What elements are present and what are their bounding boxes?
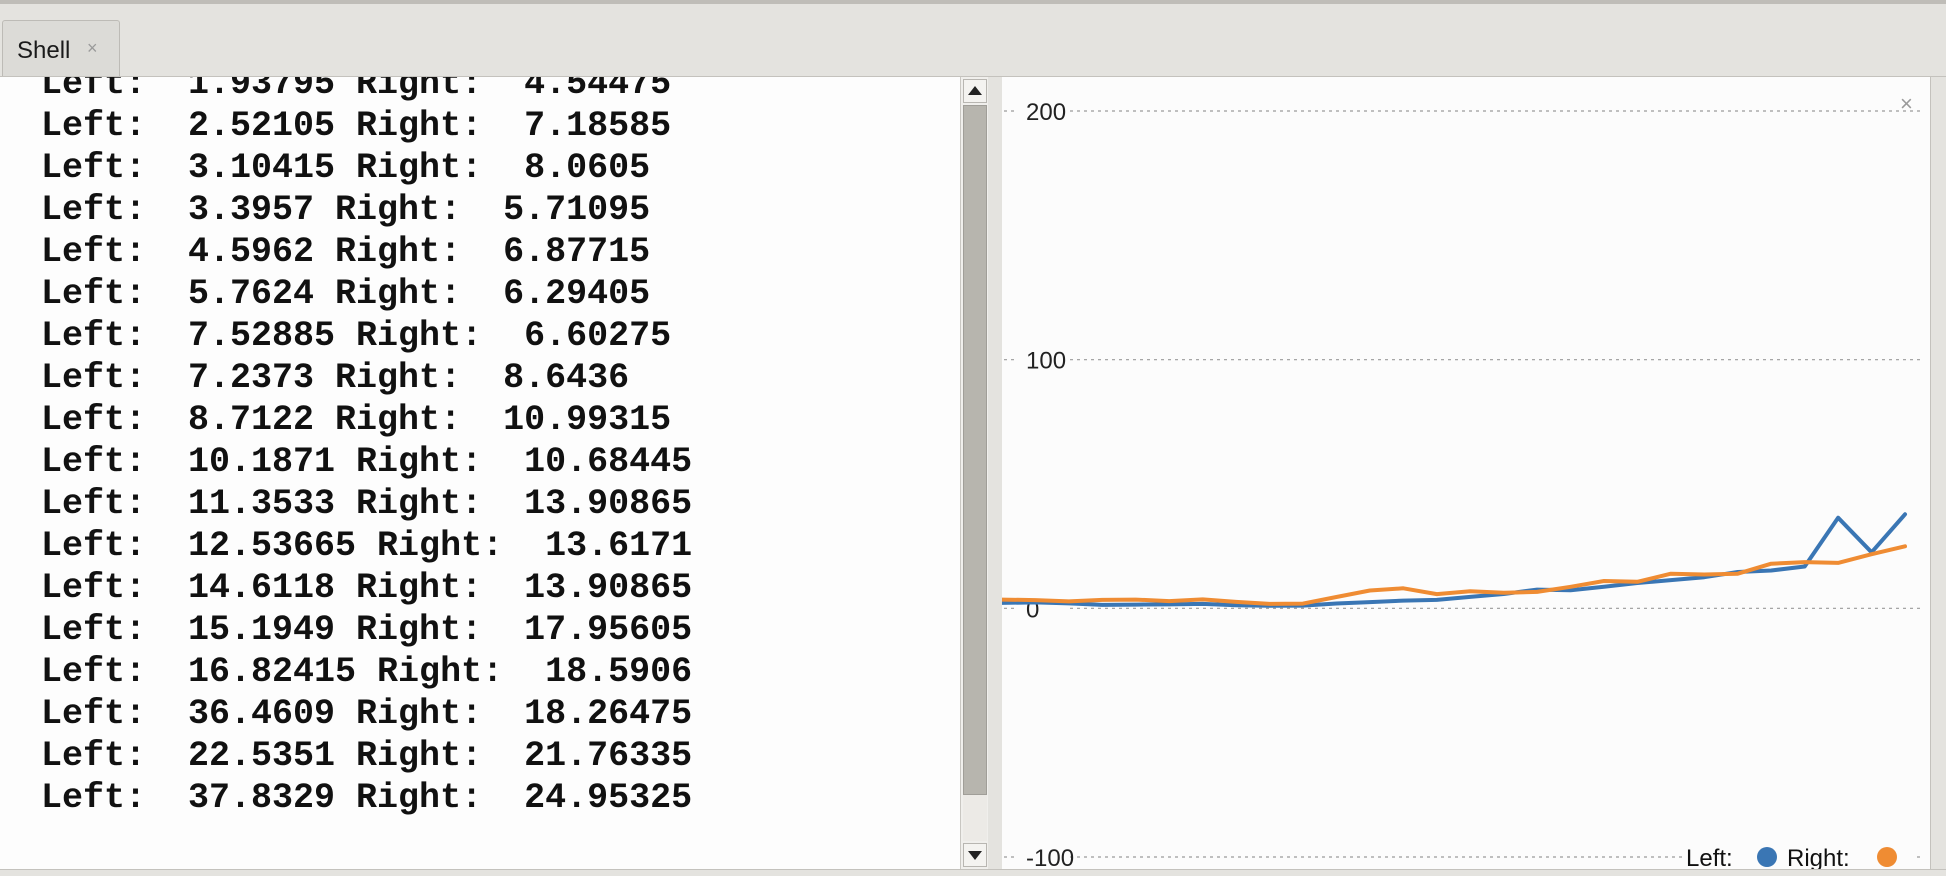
legend-label-right: Right: [1787, 845, 1850, 869]
shell-output-line: Left: 12.53665 Right: 13.6171 [41, 526, 693, 566]
legend-swatch-left [1757, 847, 1777, 867]
shell-output-line: Left: 2.52105 Right: 7.18585 [41, 106, 672, 146]
y-tick-label: -100 [1026, 845, 1074, 869]
series-line-right [1002, 544, 1907, 606]
thonny-window: Shell × Left: 1.93795 Right: 4.54475 Left… [0, 0, 1946, 876]
shell-output-line: Left: 8.7122 Right: 10.99315 [41, 400, 672, 440]
shell-output-line: Left: 10.1871 Right: 10.68445 [41, 442, 693, 482]
shell-output-line: Left: 16.82415 Right: 18.5906 [41, 652, 693, 692]
scrollbar-thumb[interactable] [963, 105, 987, 795]
plotter-chart: 2001000-100 × Left: Right: [1002, 91, 1920, 869]
shell-output-line: Left: 3.10415 Right: 8.0605 [41, 148, 651, 188]
shell-output-line: Left: 3.3957 Right: 5.71095 [41, 190, 651, 230]
tab-close-icon[interactable]: × [87, 38, 98, 59]
plotter-close-icon[interactable]: × [1900, 91, 1913, 116]
panel-divider[interactable] [988, 77, 1002, 869]
shell-output-line: Left: 36.4609 Right: 18.26475 [41, 694, 693, 734]
content-frame: Left: 1.93795 Right: 4.54475 Left: 2.5210… [0, 76, 1946, 870]
tab-shell-label: Shell [17, 37, 71, 64]
legend-label-left: Left: [1686, 845, 1733, 869]
shell-output-line: Left: 37.8329 Right: 24.95325 [41, 778, 693, 818]
shell-lines: Left: 1.93795 Right: 4.54475 Left: 2.5210… [41, 77, 692, 819]
shell-output-line: Left: 1.93795 Right: 4.54475 [41, 77, 672, 104]
shell-scrollbar[interactable] [960, 77, 988, 869]
shell-output-line: Left: 15.1949 Right: 17.95605 [41, 610, 693, 650]
plotter-panel: 200 100 0 -100 × Left: Right: [1002, 77, 1930, 869]
tab-shell[interactable]: Shell × [2, 20, 120, 78]
scroll-down-arrow-icon[interactable] [963, 843, 987, 867]
shell-output-line: Left: 22.5351 Right: 21.76335 [41, 736, 693, 776]
shell-output-line: Left: 11.3533 Right: 13.90865 [41, 484, 693, 524]
shell-output-line: Left: 14.6118 Right: 13.90865 [41, 568, 693, 608]
y-tick-label: 200 [1026, 99, 1066, 126]
shell-output-line: Left: 4.5962 Right: 6.87715 [41, 232, 651, 272]
shell-output-line: Left: 7.2373 Right: 8.6436 [41, 358, 630, 398]
tab-bar: Shell × [0, 4, 1946, 78]
y-tick-label: 100 [1026, 348, 1066, 375]
shell-output-line: Left: 7.52885 Right: 6.60275 [41, 316, 672, 356]
shell-output[interactable]: Left: 1.93795 Right: 4.54475 Left: 2.5210… [0, 77, 960, 869]
window-right-edge [1930, 77, 1946, 869]
legend-swatch-right [1877, 847, 1897, 867]
shell-output-line: Left: 5.7624 Right: 6.29405 [41, 274, 651, 314]
scroll-up-arrow-icon[interactable] [963, 79, 987, 103]
